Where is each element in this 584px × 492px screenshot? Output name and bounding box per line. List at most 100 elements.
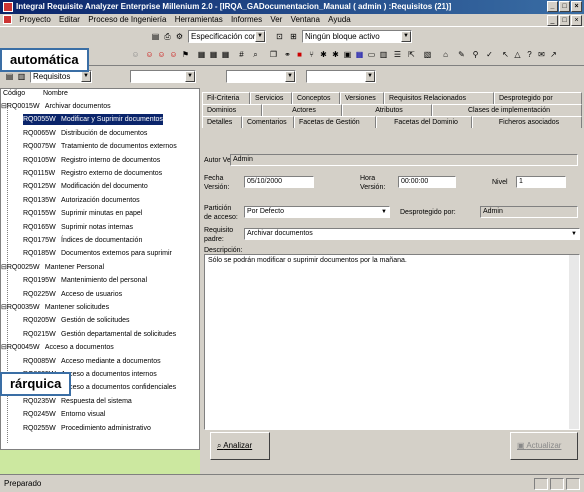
- actualizar-button[interactable]: ▣ Actualizar: [510, 432, 578, 460]
- tree-row[interactable]: RQ0215W Gestión departamental de solicitu…: [23, 329, 176, 340]
- branch-icon[interactable]: ⚲: [470, 49, 481, 60]
- tree-icon[interactable]: ⑂: [306, 49, 317, 60]
- tab-detalles[interactable]: Detalles: [202, 116, 242, 128]
- filter-combo-3[interactable]: ▼: [306, 70, 376, 83]
- tree-row[interactable]: ⊟RQ0035W Mantener solicitudes: [1, 302, 109, 313]
- check-icon[interactable]: ✓: [484, 49, 495, 60]
- child-minimize-button[interactable]: _: [547, 15, 558, 26]
- detail-view-icon[interactable]: ▥: [16, 71, 27, 82]
- tree-row[interactable]: RQ0165W Suprimir notas internas: [23, 222, 133, 233]
- document-icon[interactable]: [3, 15, 12, 25]
- chevron-down-icon[interactable]: ▼: [285, 71, 295, 82]
- menu-item-informes[interactable]: Informes: [228, 15, 265, 24]
- menu-item-editar[interactable]: Editar: [56, 15, 83, 24]
- tree-row[interactable]: RQ0255W Procedimiento administrativo: [23, 423, 151, 434]
- menu-item-proyecto[interactable]: Proyecto: [16, 15, 54, 24]
- person-icon[interactable]: ☺: [156, 49, 167, 60]
- tree-row[interactable]: RQ0115W Registro externo de documentos: [23, 168, 162, 179]
- analizar-button[interactable]: ⌕ Analizar: [210, 432, 270, 460]
- tree-row[interactable]: ⊟RQ0045W Acceso a documentos: [1, 342, 114, 353]
- tab-facetas-gestion[interactable]: Facetas de Gestión: [294, 116, 376, 128]
- particion-select[interactable]: Por Defecto ▼: [244, 206, 390, 218]
- chevron-down-icon[interactable]: ▼: [569, 229, 579, 239]
- chevron-down-icon[interactable]: ▼: [81, 71, 91, 82]
- tree-row[interactable]: RQ0195W Mantenimiento del personal: [23, 275, 147, 286]
- tree-row[interactable]: RQ0185W Documentos externos para suprimir: [23, 248, 172, 259]
- column-header-code[interactable]: Código: [1, 89, 41, 99]
- tab-dominios[interactable]: Dominios: [202, 104, 262, 116]
- tools-icon[interactable]: ✎: [456, 49, 467, 60]
- nivel-field[interactable]: 1: [516, 176, 566, 188]
- arrow-icon[interactable]: ↗: [548, 49, 559, 60]
- tab-versiones[interactable]: Versiones: [340, 92, 384, 104]
- export-icon[interactable]: ⇱: [406, 49, 417, 60]
- tree-row[interactable]: RQ0245W Entorno visual: [23, 409, 105, 420]
- chevron-down-icon[interactable]: ▼: [379, 207, 389, 217]
- tree-row[interactable]: RQ0135W Autorización documentos: [23, 195, 140, 206]
- chevron-down-icon[interactable]: ▼: [185, 71, 195, 82]
- image-icon[interactable]: ▧: [422, 49, 433, 60]
- menu-item-herramientas[interactable]: Herramientas: [172, 15, 226, 24]
- person-icon[interactable]: ☺: [130, 49, 141, 60]
- fecha-field[interactable]: 05/10/2000: [244, 176, 314, 188]
- bin-icon[interactable]: ⌂: [440, 49, 451, 60]
- triangle-icon[interactable]: △: [512, 49, 523, 60]
- tab-comentarios[interactable]: Comentarios: [242, 116, 294, 128]
- menu-item-ayuda[interactable]: Ayuda: [325, 15, 354, 24]
- grid-icon[interactable]: ▦: [208, 49, 219, 60]
- grid-icon[interactable]: ▦: [196, 49, 207, 60]
- tree-view-icon[interactable]: ▤: [4, 71, 15, 82]
- descripcion-textarea[interactable]: Sólo se podrán modificar o suprimir docu…: [204, 254, 580, 430]
- filter-combo-2[interactable]: ▼: [226, 70, 296, 83]
- search-icon[interactable]: ⌕: [250, 49, 261, 60]
- copy-icon[interactable]: ❐: [268, 49, 279, 60]
- calendar-icon[interactable]: ▣: [342, 49, 353, 60]
- tab-conceptos[interactable]: Conceptos: [292, 92, 340, 104]
- tab-desprotegido[interactable]: Desprotegido por: [494, 92, 582, 104]
- print-icon[interactable]: ⎙: [162, 31, 173, 42]
- link-icon[interactable]: ⚭: [282, 49, 293, 60]
- grid-icon[interactable]: ▦: [220, 49, 231, 60]
- block-icon[interactable]: ⊞: [288, 31, 299, 42]
- list-icon[interactable]: ☰: [392, 49, 403, 60]
- mail-icon[interactable]: ✉: [536, 49, 547, 60]
- menu-item-proceso[interactable]: Proceso de Ingeniería: [85, 15, 169, 24]
- minimize-button[interactable]: _: [547, 1, 558, 12]
- table-icon[interactable]: ▦: [354, 49, 365, 60]
- tab-facetas-dominio[interactable]: Facetas del Dominio: [376, 116, 472, 128]
- vertical-scrollbar[interactable]: [569, 255, 579, 429]
- menu-item-ver[interactable]: Ver: [267, 15, 285, 24]
- chart-icon[interactable]: ▥: [378, 49, 389, 60]
- tab-clases[interactable]: Clases de implementación: [432, 104, 582, 116]
- flag-icon[interactable]: ⚑: [180, 49, 191, 60]
- cursor-icon[interactable]: ↖: [500, 49, 511, 60]
- hash-icon[interactable]: #: [236, 49, 247, 60]
- padre-select[interactable]: Archivar documentos ▼: [244, 228, 580, 240]
- tree-row[interactable]: RQ0155W Suprimir minutas en papel: [23, 208, 142, 219]
- tab-filcriteria[interactable]: Fil-Criteria: [202, 92, 250, 104]
- tree-row[interactable]: RQ0055W Modificar y Suprimir documentos: [23, 114, 163, 126]
- tree-row[interactable]: RQ0125W Modificación del documento: [23, 181, 148, 192]
- filter-icon[interactable]: ⊡: [274, 31, 285, 42]
- tree-row[interactable]: ⊟RQ0015W Archivar documentos: [1, 101, 111, 112]
- tree-row[interactable]: ⊟RQ0025W Mantener Personal: [1, 262, 104, 273]
- tab-atributos[interactable]: Atributos: [342, 104, 432, 116]
- spec-combo[interactable]: Especificación completa ▼: [188, 30, 266, 43]
- child-restore-button[interactable]: □: [559, 15, 570, 26]
- tab-ficheros[interactable]: Ficheros asociados: [472, 116, 582, 128]
- tab-actores[interactable]: Actores: [262, 104, 342, 116]
- tab-servicios[interactable]: Servicios: [250, 92, 292, 104]
- close-button[interactable]: ×: [571, 1, 582, 12]
- settings-icon[interactable]: ⚙: [174, 31, 185, 42]
- tree-row[interactable]: RQ0065W Distribución de documentos: [23, 128, 147, 139]
- maximize-button[interactable]: □: [559, 1, 570, 12]
- hora-field[interactable]: 00:00:00: [398, 176, 456, 188]
- chevron-down-icon[interactable]: ▼: [365, 71, 375, 82]
- tree-row[interactable]: RQ0205W Gestión de solicitudes: [23, 315, 129, 326]
- chevron-down-icon[interactable]: ▼: [255, 31, 265, 42]
- stop-icon[interactable]: ■: [294, 49, 305, 60]
- star-icon[interactable]: ✱: [318, 49, 329, 60]
- column-header-name[interactable]: Nombre: [41, 89, 81, 99]
- chevron-down-icon[interactable]: ▼: [401, 31, 411, 42]
- star-icon[interactable]: ✱: [330, 49, 341, 60]
